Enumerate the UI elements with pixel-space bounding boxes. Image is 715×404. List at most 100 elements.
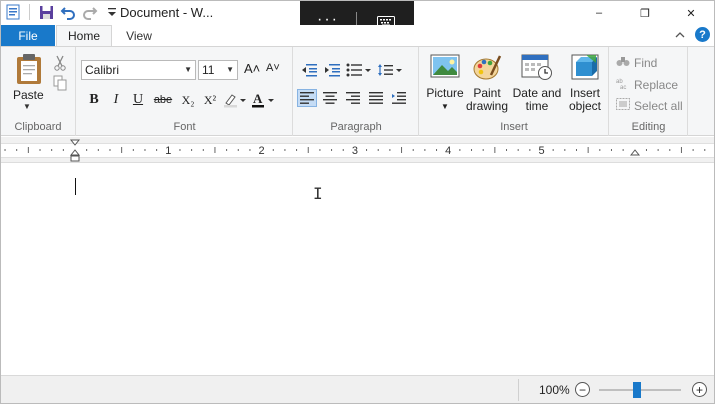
zoom-out-button[interactable]: −	[575, 382, 590, 397]
ruler-tick	[494, 147, 496, 153]
ruler-tick	[284, 149, 286, 151]
tab-home[interactable]: Home	[56, 25, 112, 46]
paragraph-group: Paragraph	[294, 47, 419, 136]
italic-button[interactable]: I	[105, 91, 127, 109]
format-row: B I U abe X₂ X² A	[83, 91, 277, 109]
undo-icon[interactable]	[60, 4, 76, 20]
wordpad-app-icon[interactable]	[5, 4, 21, 20]
date-time-label-2: time	[525, 99, 549, 113]
tab-view[interactable]: View	[114, 25, 164, 46]
paste-icon[interactable]	[9, 53, 49, 88]
highlight-color-button[interactable]	[221, 91, 249, 109]
increase-indent-icon[interactable]	[322, 61, 342, 79]
underline-button[interactable]: U	[127, 91, 149, 109]
ruler-tick	[459, 149, 461, 151]
grow-font-button[interactable]: A˄	[244, 61, 260, 76]
select-all-button[interactable]: Select all	[616, 98, 683, 113]
find-button[interactable]: Find	[616, 55, 657, 70]
text-caret	[75, 178, 76, 195]
close-button[interactable]: ✕	[668, 1, 714, 25]
svg-text:ac: ac	[620, 85, 626, 89]
superscript-button[interactable]: X²	[199, 91, 221, 109]
ruler-label: 5	[538, 145, 544, 157]
bullets-icon[interactable]	[345, 61, 373, 79]
ruler-tick	[296, 149, 298, 151]
clipboard-group-label: Clipboard	[14, 121, 62, 133]
align-center-icon[interactable]	[320, 89, 340, 107]
ruler-tick	[692, 149, 694, 151]
title-bar: Document - W... ··· – ❐ ✕	[1, 1, 714, 42]
ruler-tick	[529, 149, 531, 151]
ruler-tick	[272, 149, 274, 151]
font-group-label: Font	[173, 121, 196, 133]
paint-drawing-button[interactable]: Paint drawing	[466, 53, 508, 113]
picture-label: Picture	[426, 86, 464, 100]
ruler-tick	[401, 147, 403, 153]
ruler-tick	[109, 149, 111, 151]
insert-object-icon	[570, 54, 600, 84]
replace-button[interactable]: ab ac Replace	[616, 77, 678, 92]
ruler-tick	[471, 149, 473, 151]
strikethrough-button[interactable]: abe	[149, 91, 177, 109]
paragraph-row-1	[299, 61, 404, 79]
ruler-tick	[564, 149, 566, 151]
ruler-tick	[179, 149, 181, 151]
ruler-tick	[575, 149, 577, 151]
date-time-button[interactable]: Date and time	[512, 53, 562, 113]
insert-picture-button[interactable]: Picture ▼	[425, 53, 465, 113]
subscript-button[interactable]: X₂	[177, 91, 199, 109]
ruler-tick	[237, 149, 239, 151]
help-icon[interactable]: ?	[695, 27, 710, 42]
font-size-select[interactable]: 11 ▼	[198, 60, 238, 80]
first-line-indent-marker[interactable]	[69, 139, 81, 146]
ruler-tick	[331, 149, 333, 151]
minimize-button[interactable]: –	[576, 1, 622, 25]
decrease-indent-icon[interactable]	[299, 61, 319, 79]
ruler-label: 2	[259, 145, 265, 157]
text-color-button[interactable]: A	[249, 91, 277, 109]
line-spacing-icon[interactable]	[376, 61, 404, 79]
ruler[interactable]: 1 2 3 4 5	[1, 137, 714, 163]
cut-icon[interactable]	[53, 55, 67, 74]
ruler-tick	[645, 149, 647, 151]
ruler-tick	[27, 147, 29, 153]
zoom-slider-thumb[interactable]	[632, 382, 641, 398]
wordpad-window: Document - W... ··· – ❐ ✕ File Home View…	[0, 0, 715, 404]
ruler-tick	[377, 149, 379, 151]
shrink-font-button[interactable]: A˅	[266, 62, 280, 74]
hanging-indent-marker[interactable]	[69, 149, 81, 156]
insert-object-button[interactable]: Insert object	[563, 53, 607, 113]
ruler-tick	[249, 149, 251, 151]
ruler-label: 1	[165, 145, 171, 157]
justify-icon[interactable]	[366, 89, 386, 107]
ruler-tick	[226, 149, 228, 151]
paragraph-settings-icon[interactable]	[389, 89, 409, 107]
ruler-tick	[506, 149, 508, 151]
paste-dropdown-icon[interactable]: ▼	[23, 102, 31, 111]
insert-group: Picture ▼ Paint drawing Date and time In…	[420, 47, 609, 136]
bold-button[interactable]: B	[83, 91, 105, 109]
ruler-tick	[39, 149, 41, 151]
font-family-value: Calibri	[85, 63, 120, 77]
font-family-select[interactable]: Calibri ▼	[81, 60, 196, 80]
quick-access-toolbar	[5, 4, 120, 20]
status-separator	[518, 379, 519, 401]
tab-file[interactable]: File	[1, 25, 55, 46]
paste-button[interactable]: Paste	[13, 88, 44, 102]
right-indent-marker[interactable]	[629, 149, 641, 156]
clipboard-group: Paste ▼ Clipboard	[1, 47, 76, 136]
align-right-icon[interactable]	[343, 89, 363, 107]
ruler-tick	[587, 147, 589, 153]
align-left-icon[interactable]	[297, 89, 317, 107]
zoom-in-button[interactable]: +	[692, 382, 707, 397]
redo-icon[interactable]	[82, 4, 98, 20]
left-indent-marker[interactable]	[70, 155, 80, 162]
find-label: Find	[634, 55, 658, 70]
collapse-ribbon-icon[interactable]	[675, 28, 685, 42]
ruler-tick	[319, 149, 321, 151]
copy-icon[interactable]	[53, 75, 67, 94]
save-icon[interactable]	[38, 4, 54, 20]
maximize-button[interactable]: ❐	[622, 1, 668, 25]
document-area[interactable]: I	[1, 163, 714, 375]
customize-qat-icon[interactable]	[104, 4, 120, 20]
